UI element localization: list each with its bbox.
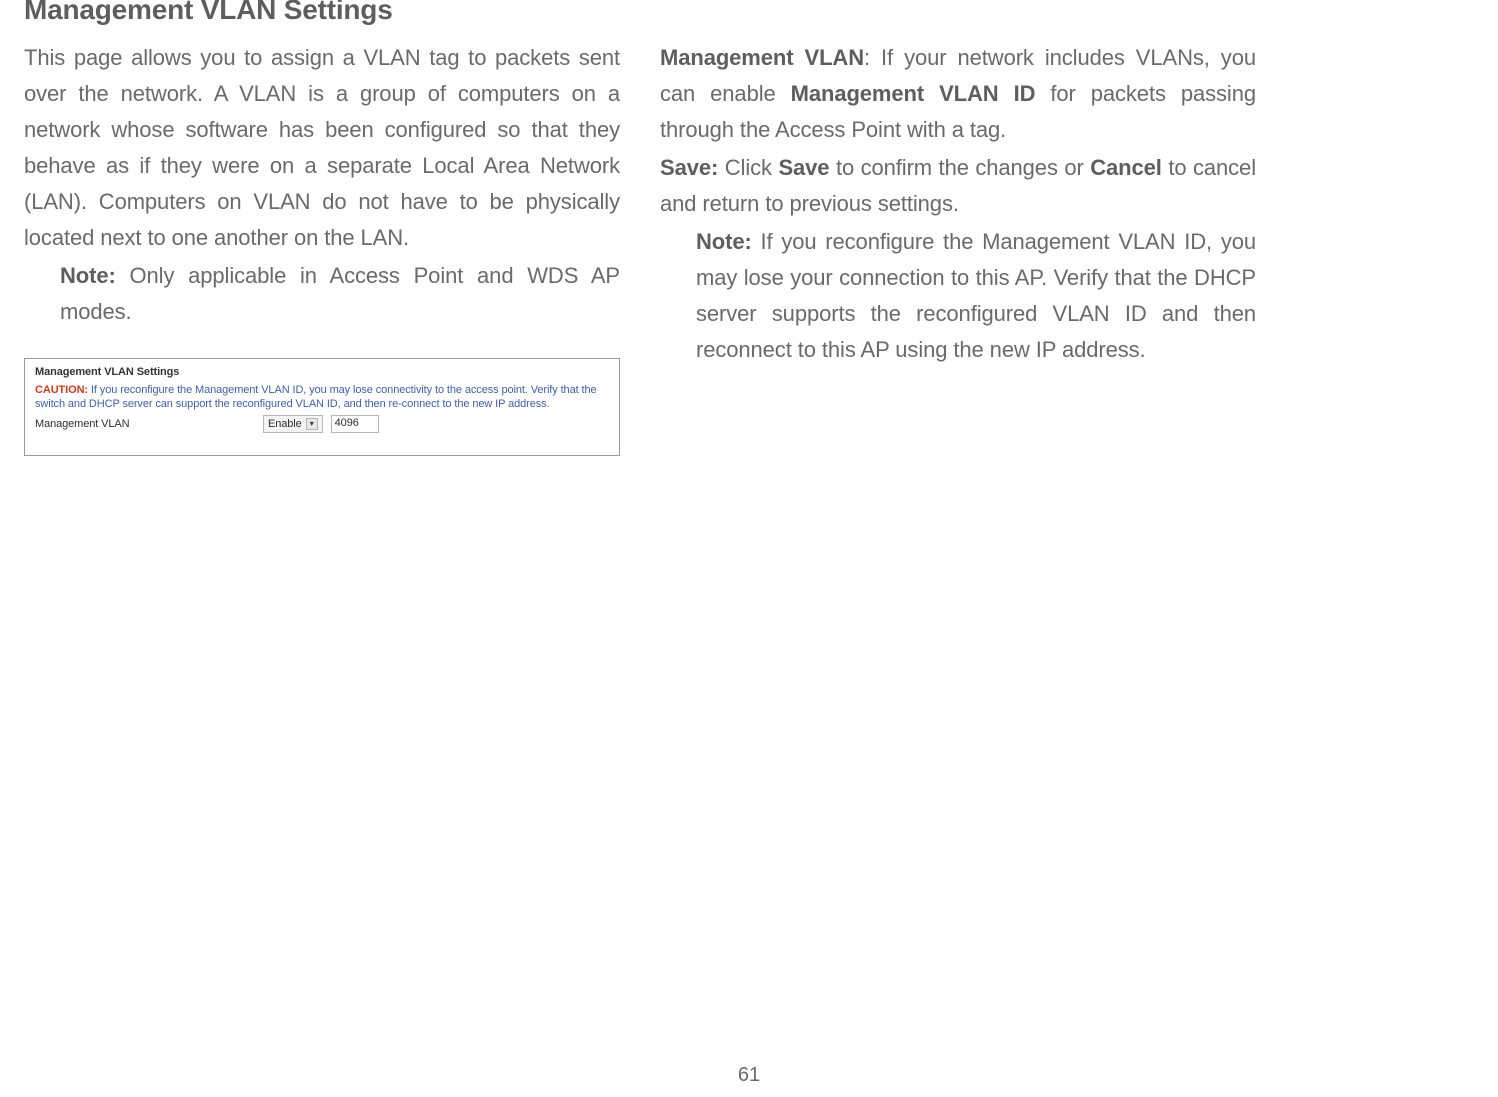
chevron-down-icon: ▾	[306, 418, 318, 430]
page-number: 61	[0, 1064, 1498, 1087]
management-vlan-dropdown[interactable]: Enable ▾	[263, 415, 323, 433]
management-vlan-heading: Management VLAN	[660, 45, 864, 70]
save-text-2: to confirm the changes or	[829, 155, 1090, 180]
note-paragraph: Note: Only applicable in Access Point an…	[24, 258, 620, 330]
note-label: Note:	[60, 263, 116, 288]
save-text-1: Click	[718, 155, 778, 180]
management-vlan-id-bold: Management VLAN ID	[791, 81, 1036, 106]
intro-paragraph: This page allows you to assign a VLAN ta…	[24, 40, 620, 256]
screenshot-caution: CAUTION: If you reconfigure the Manageme…	[35, 383, 609, 411]
save-bold-1: Save	[778, 155, 829, 180]
save-bold-2: Cancel	[1090, 155, 1162, 180]
left-column: This page allows you to assign a VLAN ta…	[24, 40, 620, 456]
note-label-right: Note:	[696, 229, 752, 254]
save-paragraph: Save: Click Save to confirm the changes …	[660, 150, 1256, 222]
management-vlan-label: Management VLAN	[35, 417, 255, 431]
caution-label: CAUTION:	[35, 384, 88, 396]
screenshot-title: Management VLAN Settings	[35, 365, 609, 379]
page-title: Management VLAN Settings	[24, 0, 393, 26]
note-text: Only applicable in Access Point and WDS …	[60, 263, 620, 324]
note-paragraph-right: Note: If you reconfigure the Management …	[660, 224, 1256, 368]
two-column-layout: This page allows you to assign a VLAN ta…	[24, 40, 1474, 456]
document-page: Management VLAN Settings This page allow…	[0, 0, 1498, 1097]
management-vlan-input[interactable]: 4096	[331, 415, 379, 433]
management-vlan-row: Management VLAN Enable ▾ 4096	[35, 415, 609, 433]
management-vlan-paragraph: Management VLAN: If your network include…	[660, 40, 1256, 148]
save-heading: Save:	[660, 155, 718, 180]
right-column: Management VLAN: If your network include…	[660, 40, 1256, 456]
dropdown-selected-value: Enable	[268, 417, 302, 431]
caution-text: If you reconfigure the Management VLAN I…	[35, 384, 597, 410]
note-text-right: If you reconfigure the Management VLAN I…	[696, 229, 1256, 362]
settings-screenshot: Management VLAN Settings CAUTION: If you…	[24, 358, 620, 456]
